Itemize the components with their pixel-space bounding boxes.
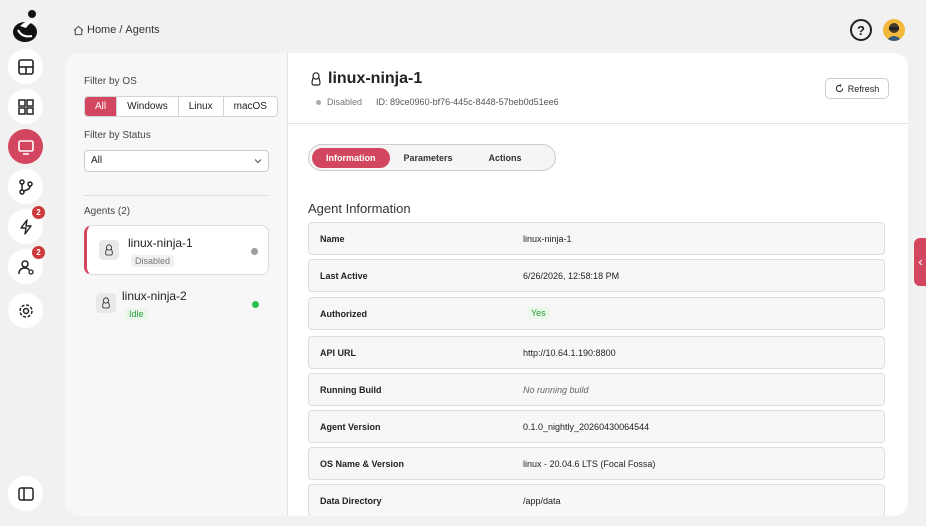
info-row: Agent Version 0.1.0_nightly_202604300645… xyxy=(308,410,885,443)
linux-icon xyxy=(311,72,321,86)
info-key: Name xyxy=(320,234,345,244)
breadcrumb: Home / Agents xyxy=(73,24,160,36)
agent-subtitle: Disabled ID: 89ce0960-bf76-445c-8448-57b… xyxy=(316,97,559,107)
breadcrumb-current: Agents xyxy=(125,24,160,36)
info-value: /app/data xyxy=(523,496,561,506)
info-row: API URL http://10.64.1.190:8800 xyxy=(308,336,885,369)
agent-item-linux-ninja-1[interactable]: linux-ninja-1 Disabled xyxy=(84,225,269,275)
breadcrumb-separator: / xyxy=(119,24,123,36)
status-filter-select[interactable]: All xyxy=(84,150,269,172)
info-value: No running build xyxy=(523,385,589,395)
rail-builds-button[interactable]: 2 xyxy=(8,206,45,244)
main-card: Filter by OS All Windows Linux macOS Fil… xyxy=(65,53,908,516)
page-title: linux-ninja-1 xyxy=(310,70,422,88)
section-title: Agent Information xyxy=(308,201,411,216)
lightning-icon xyxy=(19,218,32,235)
info-key: OS Name & Version xyxy=(320,459,405,469)
collapse-panel-tab[interactable] xyxy=(914,238,926,286)
agent-name: linux-ninja-1 xyxy=(128,236,193,250)
refresh-button[interactable]: Refresh xyxy=(825,78,889,99)
filter-status-label: Filter by Status xyxy=(84,130,151,141)
info-value: linux-ninja-1 xyxy=(523,234,572,244)
status-badge: Idle xyxy=(125,308,148,320)
info-row: Name linux-ninja-1 xyxy=(308,222,885,255)
info-value: 0.1.0_nightly_20260430064544 xyxy=(523,422,650,432)
agent-name: linux-ninja-2 xyxy=(122,289,187,303)
rail-collapse-button[interactable] xyxy=(8,476,43,511)
agent-id: ID: 89ce0960-bf76-445c-8448-57beb0d51ee6 xyxy=(376,97,559,107)
divider xyxy=(288,123,908,124)
rail-dashboard-button[interactable] xyxy=(8,49,43,84)
agent-title: linux-ninja-1 xyxy=(328,70,423,87)
tab-actions[interactable]: Actions xyxy=(475,148,536,168)
info-row: Running Build No running build xyxy=(308,373,885,406)
rail-settings-button[interactable] xyxy=(8,293,43,328)
rail-git-button[interactable] xyxy=(8,169,43,204)
info-key: API URL xyxy=(320,348,356,358)
users-badge: 2 xyxy=(32,246,45,259)
status-filter-value: All xyxy=(91,155,103,166)
info-row: Last Active 6/26/2026, 12:58:18 PM xyxy=(308,259,885,292)
info-value: linux - 20.04.6 LTS (Focal Fossa) xyxy=(523,459,656,469)
status-badge: Disabled xyxy=(131,255,175,267)
tab-parameters[interactable]: Parameters xyxy=(390,148,467,168)
agent-detail-panel: linux-ninja-1 Disabled ID: 89ce0960-bf76… xyxy=(288,53,908,516)
gear-icon xyxy=(18,303,33,318)
agents-heading: Agents (2) xyxy=(84,206,131,217)
chevron-left-icon xyxy=(918,259,922,265)
filter-os-label: Filter by OS xyxy=(84,76,137,87)
breadcrumb-home[interactable]: Home xyxy=(87,24,116,36)
refresh-label: Refresh xyxy=(847,83,880,94)
status-dot xyxy=(251,248,258,255)
linux-icon xyxy=(99,240,119,260)
widgets-icon xyxy=(17,98,34,115)
agent-item-linux-ninja-2[interactable]: linux-ninja-2 Idle xyxy=(84,279,269,329)
chevron-down-icon xyxy=(254,159,262,164)
sidebar-toggle-icon xyxy=(17,486,34,501)
builds-badge: 2 xyxy=(32,206,45,219)
status-dot xyxy=(252,301,259,308)
rail-widgets-button[interactable] xyxy=(8,89,43,124)
info-row: Data Directory /app/data xyxy=(308,484,885,516)
refresh-icon xyxy=(835,84,843,93)
home-icon xyxy=(73,25,84,35)
info-key: Last Active xyxy=(320,271,368,281)
dashboard-icon xyxy=(17,58,34,75)
info-key: Data Directory xyxy=(320,496,382,506)
info-value: http://10.64.1.190:8800 xyxy=(523,348,616,358)
agent-list-panel: Filter by OS All Windows Linux macOS Fil… xyxy=(65,53,288,516)
os-filter-macos[interactable]: macOS xyxy=(224,97,277,116)
info-key: Agent Version xyxy=(320,422,381,432)
tab-information[interactable]: Information xyxy=(312,147,390,168)
linux-icon xyxy=(96,293,116,313)
info-value: 6/26/2026, 12:58:18 PM xyxy=(523,271,620,281)
avatar[interactable] xyxy=(883,19,905,41)
info-row: OS Name & Version linux - 20.04.6 LTS (F… xyxy=(308,447,885,480)
info-key: Authorized xyxy=(320,309,367,319)
user-settings-icon xyxy=(17,259,34,275)
detail-tabs: Information Parameters Actions xyxy=(308,144,556,171)
os-filter-segment: All Windows Linux macOS xyxy=(84,96,278,117)
divider xyxy=(84,195,269,196)
info-key: Running Build xyxy=(320,385,382,395)
help-icon[interactable]: ? xyxy=(850,19,872,41)
agent-status: Disabled xyxy=(316,97,362,107)
rail-users-button[interactable]: 2 xyxy=(8,246,45,284)
left-rail: 2 2 xyxy=(0,0,52,526)
monitor-icon xyxy=(17,139,34,155)
app-logo[interactable] xyxy=(10,8,42,44)
os-filter-windows[interactable]: Windows xyxy=(117,97,179,116)
os-filter-all[interactable]: All xyxy=(85,97,118,116)
os-filter-linux[interactable]: Linux xyxy=(179,97,224,116)
info-row: Authorized Yes xyxy=(308,297,885,330)
authorized-badge: Yes xyxy=(527,307,550,319)
git-branch-icon xyxy=(18,178,33,195)
rail-agents-button[interactable] xyxy=(8,129,43,164)
